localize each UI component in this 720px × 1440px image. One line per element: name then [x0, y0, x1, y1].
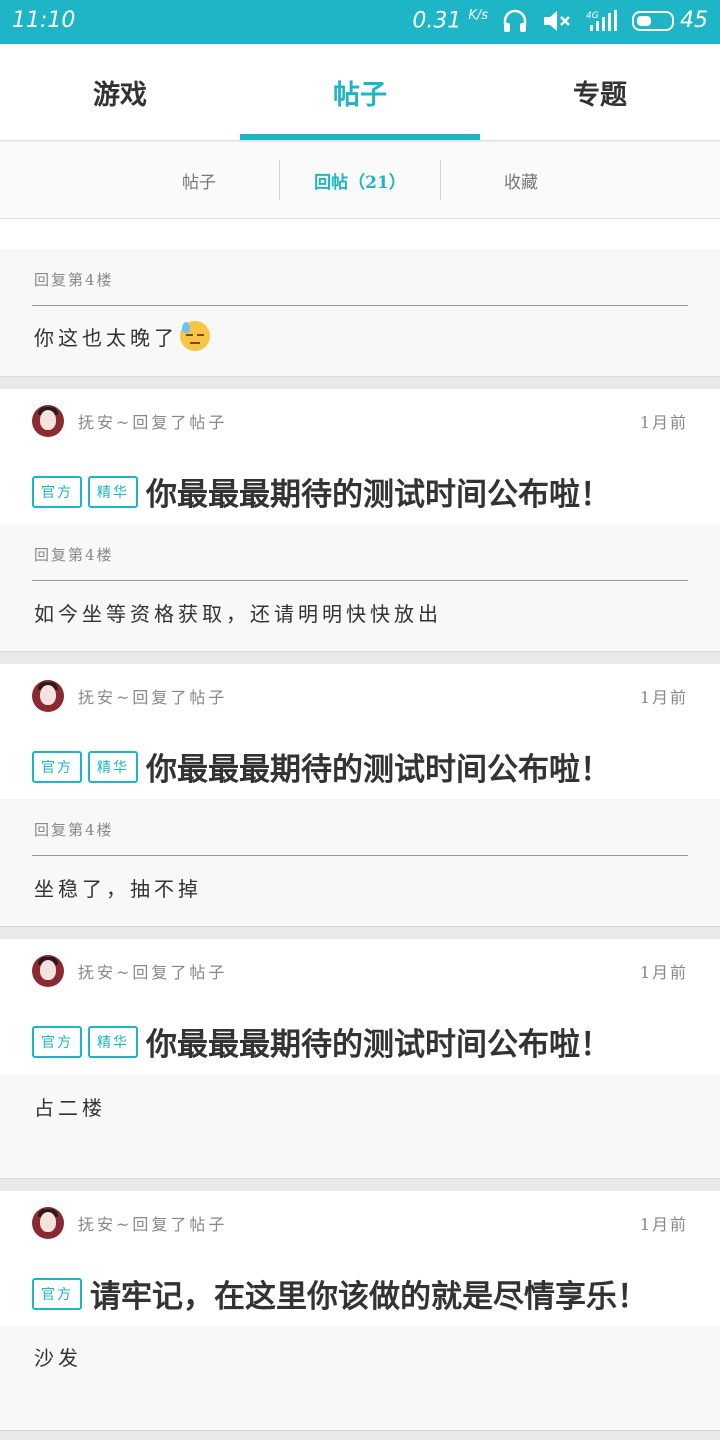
- card-body: 回复第4楼 如今坐等资格获取，还请明明快快放出: [0, 524, 720, 652]
- reply-card[interactable]: 抚安~回复了帖子 1月前 官方 精华 你最最最期待的测试时间公布啦！ 占二楼: [0, 939, 720, 1179]
- user-action: 抚安~回复了帖子: [78, 963, 228, 982]
- subtab-favorites[interactable]: 收藏: [441, 168, 601, 193]
- network-speed: 0.31 K/s: [412, 8, 488, 33]
- title-row[interactable]: 官方 精华 你最最最期待的测试时间公布啦！: [32, 469, 611, 514]
- title-row[interactable]: 官方 精华 你最最最期待的测试时间公布啦！: [32, 1019, 611, 1064]
- featured-badge: 精华: [88, 1025, 138, 1058]
- reply-feed: 回复第4楼 你这也太晚了 抚安~回复了帖子 1月前 官方 精华 你最最最期待的测…: [0, 142, 720, 1440]
- network-type: 4G: [586, 11, 599, 21]
- featured-badge: 精华: [88, 475, 138, 508]
- quote-label: 回复第4楼: [34, 546, 114, 564]
- headphones-icon: [502, 9, 528, 33]
- official-badge: 官方: [32, 1277, 82, 1310]
- quote-label: 回复第4楼: [34, 821, 114, 839]
- reply-text: 坐稳了，抽不掉: [34, 877, 202, 901]
- card-header: 抚安~回复了帖子 1月前 官方 精华 你最最最期待的测试时间公布啦！: [0, 389, 720, 524]
- reply-text: 你这也太晚了: [34, 321, 210, 351]
- subtab-replies[interactable]: 回帖（21）: [280, 168, 440, 193]
- tab-topics[interactable]: 专题: [480, 44, 720, 140]
- user-action: 抚安~回复了帖子: [78, 413, 228, 432]
- quote-divider: [32, 305, 688, 306]
- reply-text: 占二楼: [34, 1096, 106, 1120]
- post-title[interactable]: 你最最最期待的测试时间公布啦！: [146, 744, 611, 789]
- reply-card[interactable]: 抚安~回复了帖子 1月前 官方 精华 你最最最期待的测试时间公布啦！ 回复第4楼…: [0, 664, 720, 927]
- network-speed-value: 0.31: [412, 8, 462, 34]
- reply-text-content: 你这也太晚了: [34, 325, 178, 350]
- card-body: 沙发: [0, 1326, 720, 1431]
- post-title[interactable]: 你最最最期待的测试时间公布啦！: [146, 1019, 611, 1064]
- title-row[interactable]: 官方 精华 你最最最期待的测试时间公布啦！: [32, 744, 611, 789]
- timestamp: 1月前: [639, 1215, 688, 1234]
- reply-card[interactable]: 抚安~回复了帖子 1月前 官方 请牢记，在这里你该做的就是尽情享乐！ 沙发: [0, 1191, 720, 1431]
- sub-tabs: 帖子 回帖（21） 收藏: [0, 142, 720, 219]
- battery-indicator: 45: [632, 8, 708, 33]
- status-bar: 11:10 0.31 K/s 4G 45: [0, 0, 720, 44]
- quote-divider: [32, 580, 688, 581]
- timestamp: 1月前: [639, 413, 688, 432]
- mute-icon: [542, 9, 572, 33]
- title-row[interactable]: 官方 请牢记，在这里你该做的就是尽情享乐！: [32, 1271, 648, 1316]
- battery-icon: [632, 10, 674, 31]
- network-speed-unit: K/s: [468, 8, 488, 23]
- post-title[interactable]: 请牢记，在这里你该做的就是尽情享乐！: [90, 1271, 648, 1316]
- avatar[interactable]: [32, 1207, 64, 1239]
- card-body: 占二楼: [0, 1074, 720, 1179]
- timestamp: 1月前: [639, 963, 688, 982]
- tab-games[interactable]: 游戏: [0, 44, 240, 140]
- quote-label: 回复第4楼: [34, 271, 114, 289]
- battery-fill: [637, 15, 651, 26]
- user-action: 抚安~回复了帖子: [78, 1215, 228, 1234]
- post-title[interactable]: 你最最最期待的测试时间公布啦！: [146, 469, 611, 514]
- status-time: 11:10: [12, 8, 76, 33]
- card-body: 回复第4楼 坐稳了，抽不掉: [0, 799, 720, 927]
- main-tabs: 游戏 帖子 专题: [0, 44, 720, 141]
- avatar[interactable]: [32, 680, 64, 712]
- reply-card[interactable]: 抚安~回复了帖子 1月前 官方 精华 你最最最期待的测试时间公布啦！ 回复第4楼…: [0, 389, 720, 652]
- card-header: 抚安~回复了帖子 1月前 官方 精华 你最最最期待的测试时间公布啦！: [0, 664, 720, 799]
- signal-4g-icon: 4G: [586, 9, 618, 33]
- reply-text: 沙发: [34, 1346, 82, 1370]
- battery-level: 45: [680, 8, 708, 34]
- quote-divider: [32, 855, 688, 856]
- subtab-posts[interactable]: 帖子: [119, 168, 279, 193]
- official-badge: 官方: [32, 1025, 82, 1058]
- sweat-emoji-icon: [180, 321, 210, 351]
- avatar[interactable]: [32, 405, 64, 437]
- avatar[interactable]: [32, 955, 64, 987]
- tab-posts[interactable]: 帖子: [240, 44, 480, 140]
- official-badge: 官方: [32, 475, 82, 508]
- official-badge: 官方: [32, 750, 82, 783]
- timestamp: 1月前: [639, 688, 688, 707]
- card-body: 回复第4楼 你这也太晚了: [0, 249, 720, 377]
- card-header: 抚安~回复了帖子 1月前 官方 请牢记，在这里你该做的就是尽情享乐！: [0, 1191, 720, 1326]
- user-action: 抚安~回复了帖子: [78, 688, 228, 707]
- featured-badge: 精华: [88, 750, 138, 783]
- card-header: 抚安~回复了帖子 1月前 官方 精华 你最最最期待的测试时间公布啦！: [0, 939, 720, 1074]
- reply-text: 如今坐等资格获取，还请明明快快放出: [34, 602, 442, 626]
